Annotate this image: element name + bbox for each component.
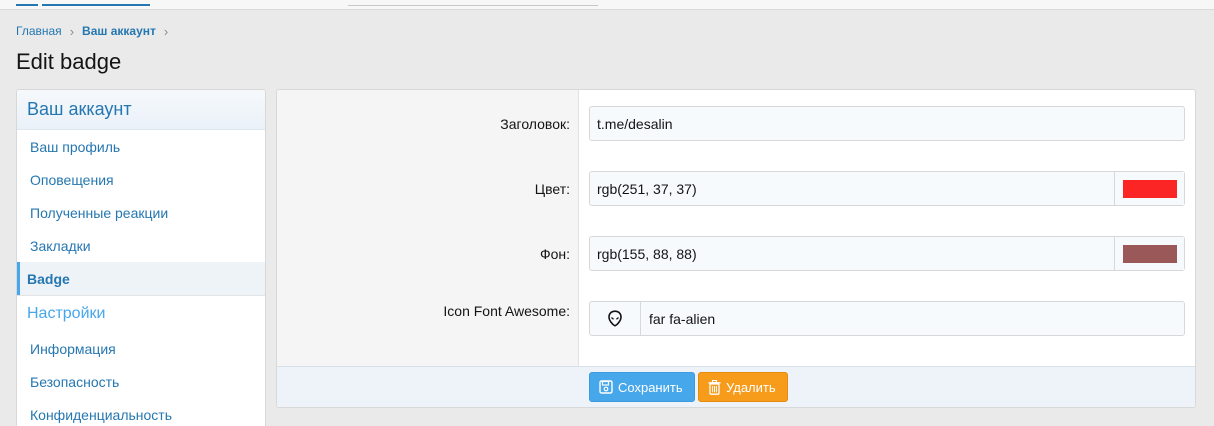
sidebar-item-alerts[interactable]: Оповещения — [17, 163, 265, 196]
save-button-label: Сохранить — [618, 379, 683, 395]
account-sidebar: Ваш аккаунт Ваш профиль Оповещения Получ… — [16, 89, 266, 426]
sidebar-item-bookmarks[interactable]: Закладки — [17, 229, 265, 262]
chevron-right-icon: › — [69, 23, 75, 39]
top-navigation-strip — [0, 0, 1214, 10]
nav-text-fragment — [348, 5, 598, 6]
breadcrumb-account[interactable]: Ваш аккаунт — [82, 24, 156, 38]
save-icon — [599, 380, 613, 394]
background-input-value: rgb(155, 88, 88) — [597, 245, 697, 262]
save-button[interactable]: Сохранить — [589, 372, 695, 402]
sidebar-item-privacy[interactable]: Конфиденциальность — [17, 398, 265, 426]
sidebar-item-profile[interactable]: Ваш профиль — [17, 130, 265, 163]
icon-label: Icon Font Awesome: — [443, 303, 570, 319]
delete-button-label: Удалить — [726, 379, 776, 395]
nav-link-fragment — [42, 4, 150, 6]
background-picker-button[interactable] — [1114, 237, 1184, 270]
sidebar-item-information[interactable]: Информация — [17, 332, 265, 365]
color-label: Цвет: — [534, 181, 570, 197]
color-swatch — [1122, 179, 1177, 198]
trash-icon — [708, 379, 721, 395]
sidebar-item-reactions[interactable]: Полученные реакции — [17, 196, 265, 229]
sidebar-item-badge[interactable]: Badge — [17, 262, 265, 295]
badge-form: Заголовок: t.me/desalin Цвет: rgb(251, 3… — [276, 89, 1196, 408]
sidebar-section-heading[interactable]: Настройки — [17, 295, 265, 332]
delete-button[interactable]: Удалить — [698, 372, 788, 402]
form-footer: Сохранить Удалить — [277, 366, 1195, 407]
title-input-value: t.me/desalin — [597, 115, 673, 132]
breadcrumb: Главная › Ваш аккаунт › — [16, 23, 176, 39]
nav-link-fragment — [16, 4, 38, 6]
sidebar-heading: Ваш аккаунт — [17, 90, 265, 130]
title-label: Заголовок: — [500, 116, 570, 132]
color-picker-button[interactable] — [1114, 172, 1184, 205]
background-swatch — [1122, 244, 1177, 263]
background-color-input[interactable]: rgb(155, 88, 88) — [589, 236, 1185, 271]
icon-input[interactable]: far fa-alien — [589, 301, 1185, 336]
chevron-right-icon: › — [163, 23, 169, 39]
color-input-value: rgb(251, 37, 37) — [597, 180, 697, 197]
title-input[interactable]: t.me/desalin — [589, 106, 1185, 141]
page-title: Edit badge — [16, 49, 122, 74]
sidebar-item-security[interactable]: Безопасность — [17, 365, 265, 398]
alien-icon — [590, 302, 641, 335]
color-input[interactable]: rgb(251, 37, 37) — [589, 171, 1185, 206]
icon-input-value: far fa-alien — [649, 310, 716, 327]
breadcrumb-home[interactable]: Главная — [16, 24, 62, 38]
background-label: Фон: — [539, 246, 570, 262]
